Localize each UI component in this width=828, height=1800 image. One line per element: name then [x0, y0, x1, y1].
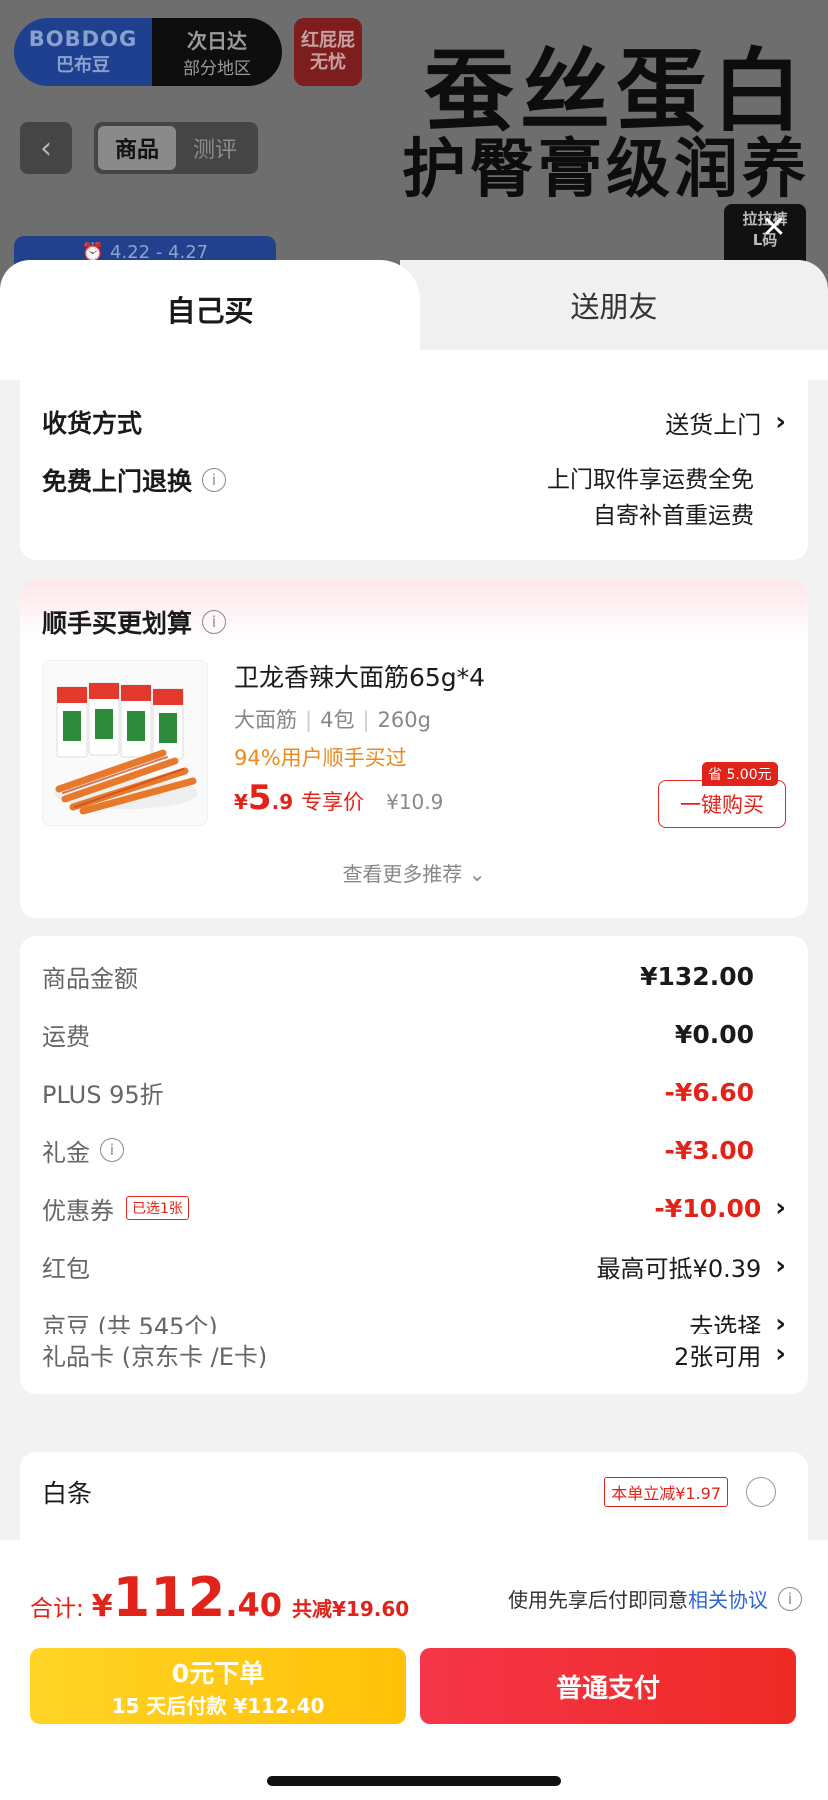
upsell-hint: 94%用户顺手买过 [234, 746, 407, 770]
price-decimal: .9 [271, 790, 294, 814]
spec-item: 260g [377, 708, 431, 732]
agreement-text: 使用先享后付即同意 [508, 1588, 688, 1612]
promo-badge-line2: 无忧 [310, 52, 346, 73]
spec-item: 4包 [320, 708, 355, 732]
tab-buy-self[interactable]: 自己买 [0, 260, 420, 380]
upsell-card: 顺手买更划算 i 卫龙香辣大面筋65g*4 大面筋 | 4包 | 260g 94… [20, 580, 808, 918]
spec-item: 大面筋 [234, 708, 297, 732]
zero-down-label: 0元下单 [171, 1658, 265, 1688]
goods-amount-row: 商品金额 ¥132.00 [42, 956, 786, 996]
chevron-down-icon: ⌄ [468, 862, 486, 886]
plus-discount-value: -¥6.60 [664, 1077, 754, 1107]
price-summary-card-bottom: 礼品卡 (京东卡 /E卡) 2张可用 › [20, 1334, 808, 1394]
red-packet-label: 红包 [42, 1254, 90, 1283]
shipping-label: 运费 [42, 1022, 90, 1051]
total-currency: ¥ [91, 1589, 113, 1624]
chevron-right-icon: › [775, 1339, 786, 1369]
total-decimal: .40 [225, 1586, 283, 1624]
gift-money-value: -¥3.00 [664, 1135, 754, 1165]
tab-product[interactable]: 商品 [98, 126, 176, 170]
upsell-product-title[interactable]: 卫龙香辣大面筋65g*4 [234, 658, 485, 694]
baitiao-label: 白条 [42, 1479, 93, 1508]
save-amount-tag: 省 5.00元 [702, 762, 778, 786]
chevron-right-icon: › [775, 1193, 786, 1223]
plus-discount-label: PLUS 95折 [42, 1080, 164, 1109]
price-currency: ¥ [234, 790, 248, 814]
brand-name: BOBDOG [28, 27, 138, 51]
total-label: 合计: [30, 1596, 84, 1622]
back-button[interactable]: ‹ [20, 122, 72, 174]
free-return-row: 免费上门退换 i 上门取件享运费全免 自寄补首重运费 [42, 462, 786, 532]
total-integer: 112 [112, 1566, 226, 1629]
free-return-label: 免费上门退换 [42, 467, 193, 496]
purchase-tabs: 送朋友 自己买 [0, 260, 828, 380]
gift-money-label: 礼金 [42, 1138, 90, 1167]
shipping-value: ¥0.00 [674, 1019, 754, 1049]
coupon-row[interactable]: 优惠券 已选1张 -¥10.00 › [42, 1188, 786, 1228]
delivery-badge-line1: 次日达 [187, 29, 247, 53]
gift-card-label: 礼品卡 (京东卡 /E卡) [42, 1342, 268, 1371]
normal-pay-button[interactable]: 普通支付 [420, 1648, 796, 1724]
gift-card-value: 2张可用 [674, 1342, 762, 1371]
zero-down-sublabel: 15 天后付款 ¥112.40 [111, 1693, 325, 1718]
free-return-line1: 上门取件享运费全免 [547, 467, 754, 493]
free-return-line2: 自寄补首重运费 [593, 503, 754, 529]
promo-badge-line1: 红屁屁 [301, 30, 355, 51]
see-more-recommendations[interactable]: 查看更多推荐 ⌄ [20, 858, 808, 887]
chevron-left-icon: ‹ [40, 130, 52, 166]
upsell-price: ¥5.9 专享价 ¥10.9 [234, 778, 443, 818]
shipping-row: 运费 ¥0.00 [42, 1014, 786, 1054]
red-packet-value: 最高可抵¥0.39 [596, 1254, 762, 1283]
original-price: ¥10.9 [386, 790, 444, 814]
delivery-method-value: 送货上门 [665, 410, 762, 439]
home-indicator [267, 1776, 561, 1786]
gift-money-row: 礼金 i -¥3.00 [42, 1130, 786, 1170]
chevron-right-icon: › [775, 407, 786, 437]
background-product-page: 蚕丝蛋白 护臀膏级润养 BOBDOG 巴布豆 次日达 部分地区 红屁屁 无忧 ‹… [0, 0, 828, 290]
hero-text-line2: 护臀膏级润养 [402, 133, 810, 207]
total-savings: 共减¥19.60 [292, 1597, 410, 1621]
coupon-value: -¥10.00 [654, 1193, 762, 1223]
product-tab-switch: 商品 测评 [94, 122, 258, 174]
baitiao-row[interactable]: 白条 本单立减¥1.97 [42, 1472, 786, 1512]
chevron-right-icon: › [775, 1251, 786, 1281]
tab-gift-friend[interactable]: 送朋友 [400, 260, 828, 350]
agreement-notice: 使用先享后付即同意 相关协议 i [508, 1584, 802, 1613]
delivery-badge-line2: 部分地区 [183, 59, 251, 79]
brand-cn: 巴布豆 [56, 55, 110, 76]
goods-amount-value: ¥132.00 [640, 961, 754, 991]
delivery-card: 收货方式 送货上门 › 免费上门退换 i 上门取件享运费全免 自寄补首重运费 [20, 380, 808, 560]
brand-badge: BOBDOG 巴布豆 次日达 部分地区 [14, 18, 282, 86]
info-icon[interactable]: i [202, 610, 227, 634]
baitiao-discount-tag: 本单立减¥1.97 [604, 1477, 728, 1507]
zero-down-order-button[interactable]: 0元下单 15 天后付款 ¥112.40 [30, 1648, 406, 1724]
plus-discount-row: PLUS 95折 -¥6.60 [42, 1072, 786, 1112]
product-image[interactable] [42, 660, 208, 826]
red-packet-row[interactable]: 红包 最高可抵¥0.39 › [42, 1246, 786, 1286]
close-icon[interactable]: ✕ [756, 210, 792, 246]
order-total: 合计: ¥ 112 .40 共减¥19.60 [30, 1566, 409, 1629]
price-tag: 专享价 [301, 790, 365, 814]
baitiao-radio[interactable] [746, 1477, 776, 1507]
price-integer: 5 [247, 778, 272, 818]
agreement-link[interactable]: 相关协议 [688, 1584, 768, 1613]
see-more-label: 查看更多推荐 [342, 862, 463, 886]
goods-amount-label: 商品金额 [42, 964, 138, 993]
info-icon[interactable]: i [100, 1138, 124, 1162]
info-icon[interactable]: i [778, 1586, 802, 1611]
tab-review[interactable]: 测评 [176, 132, 254, 164]
delivery-method-row[interactable]: 收货方式 送货上门 › [42, 402, 786, 442]
one-click-buy-button[interactable]: 一键购买 [658, 780, 786, 828]
delivery-method-label: 收货方式 [42, 409, 143, 438]
coupon-selected-tag: 已选1张 [126, 1196, 189, 1220]
info-icon[interactable]: i [202, 468, 227, 492]
price-summary-card: 商品金额 ¥132.00 运费 ¥0.00 PLUS 95折 -¥6.60 礼金… [20, 936, 808, 1354]
checkout-bottom-bar: 合计: ¥ 112 .40 共减¥19.60 使用先享后付即同意 相关协议 i … [0, 1540, 828, 1800]
gift-card-row[interactable]: 礼品卡 (京东卡 /E卡) 2张可用 › [42, 1334, 786, 1374]
upsell-title: 顺手买更划算 [42, 609, 193, 638]
coupon-label: 优惠券 [42, 1196, 114, 1225]
checkout-sheet: 送朋友 自己买 收货方式 送货上门 › 免费上门退换 i 上门取件享运费全免 自… [0, 260, 828, 1800]
upsell-product-spec: 大面筋 | 4包 | 260g [234, 708, 431, 732]
promo-badge: 红屁屁 无忧 [294, 18, 362, 86]
